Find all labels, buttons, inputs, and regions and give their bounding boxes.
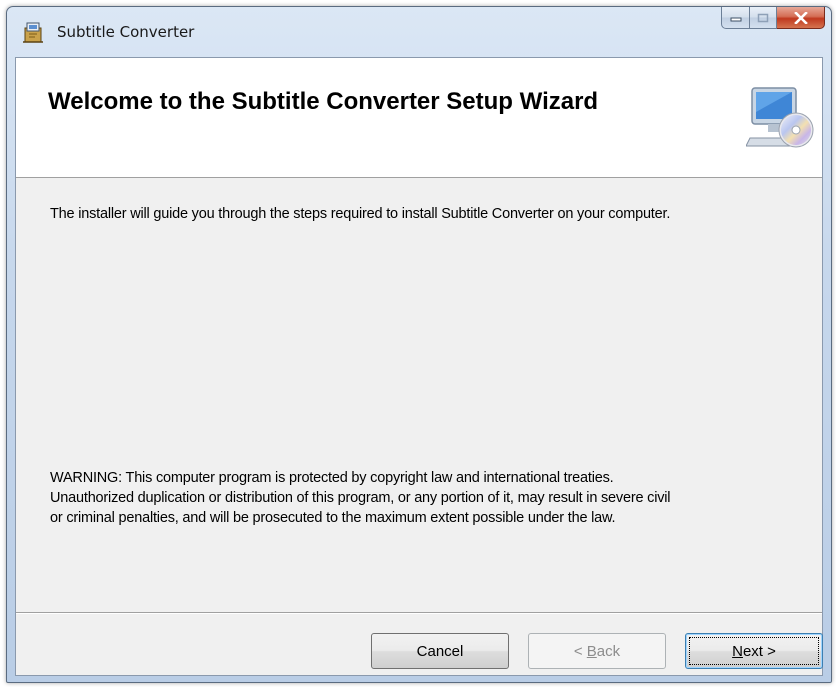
next-button[interactable]: Next > — [685, 633, 823, 669]
title-bar[interactable]: Subtitle Converter — [7, 7, 831, 57]
computer-cd-icon — [746, 87, 814, 148]
maximize-button[interactable] — [750, 7, 777, 29]
next-label-rest: ext > — [742, 642, 776, 660]
back-label-prefix: < — [573, 642, 587, 660]
close-button[interactable] — [777, 7, 825, 29]
minimize-icon — [730, 17, 741, 21]
cancel-label: Cancel — [416, 642, 464, 660]
back-button[interactable]: < Back — [528, 633, 666, 669]
maximize-icon — [757, 13, 769, 22]
back-mnemonic: B — [586, 642, 597, 660]
back-label: < Back — [574, 643, 620, 660]
warning-line: Unauthorized duplication or distribution… — [50, 490, 671, 506]
window-title: Subtitle Converter — [57, 23, 195, 41]
wizard-banner: Welcome to the Subtitle Converter Setup … — [16, 58, 822, 178]
installer-window: Subtitle Converter Welcome to the Subtit… — [6, 6, 832, 683]
wizard-title: Welcome to the Subtitle Converter Setup … — [48, 88, 599, 115]
wizard-client-area: Welcome to the Subtitle Converter Setup … — [15, 57, 823, 676]
warning-line: or criminal penalties, and will be prose… — [50, 510, 616, 526]
close-icon — [793, 11, 808, 24]
installer-box-icon — [23, 22, 43, 43]
next-label: Next > — [732, 643, 776, 660]
next-mnemonic: N — [732, 642, 743, 660]
caption-buttons — [721, 7, 825, 31]
cancel-button[interactable]: Cancel — [371, 633, 509, 669]
button-divider — [16, 612, 822, 614]
copyright-warning: WARNING: This computer program is protec… — [50, 468, 810, 528]
warning-line: WARNING: This computer program is protec… — [50, 470, 614, 486]
intro-text: The installer will guide you through the… — [50, 206, 671, 222]
minimize-button[interactable] — [721, 7, 750, 29]
back-label-rest: ack — [596, 642, 621, 660]
